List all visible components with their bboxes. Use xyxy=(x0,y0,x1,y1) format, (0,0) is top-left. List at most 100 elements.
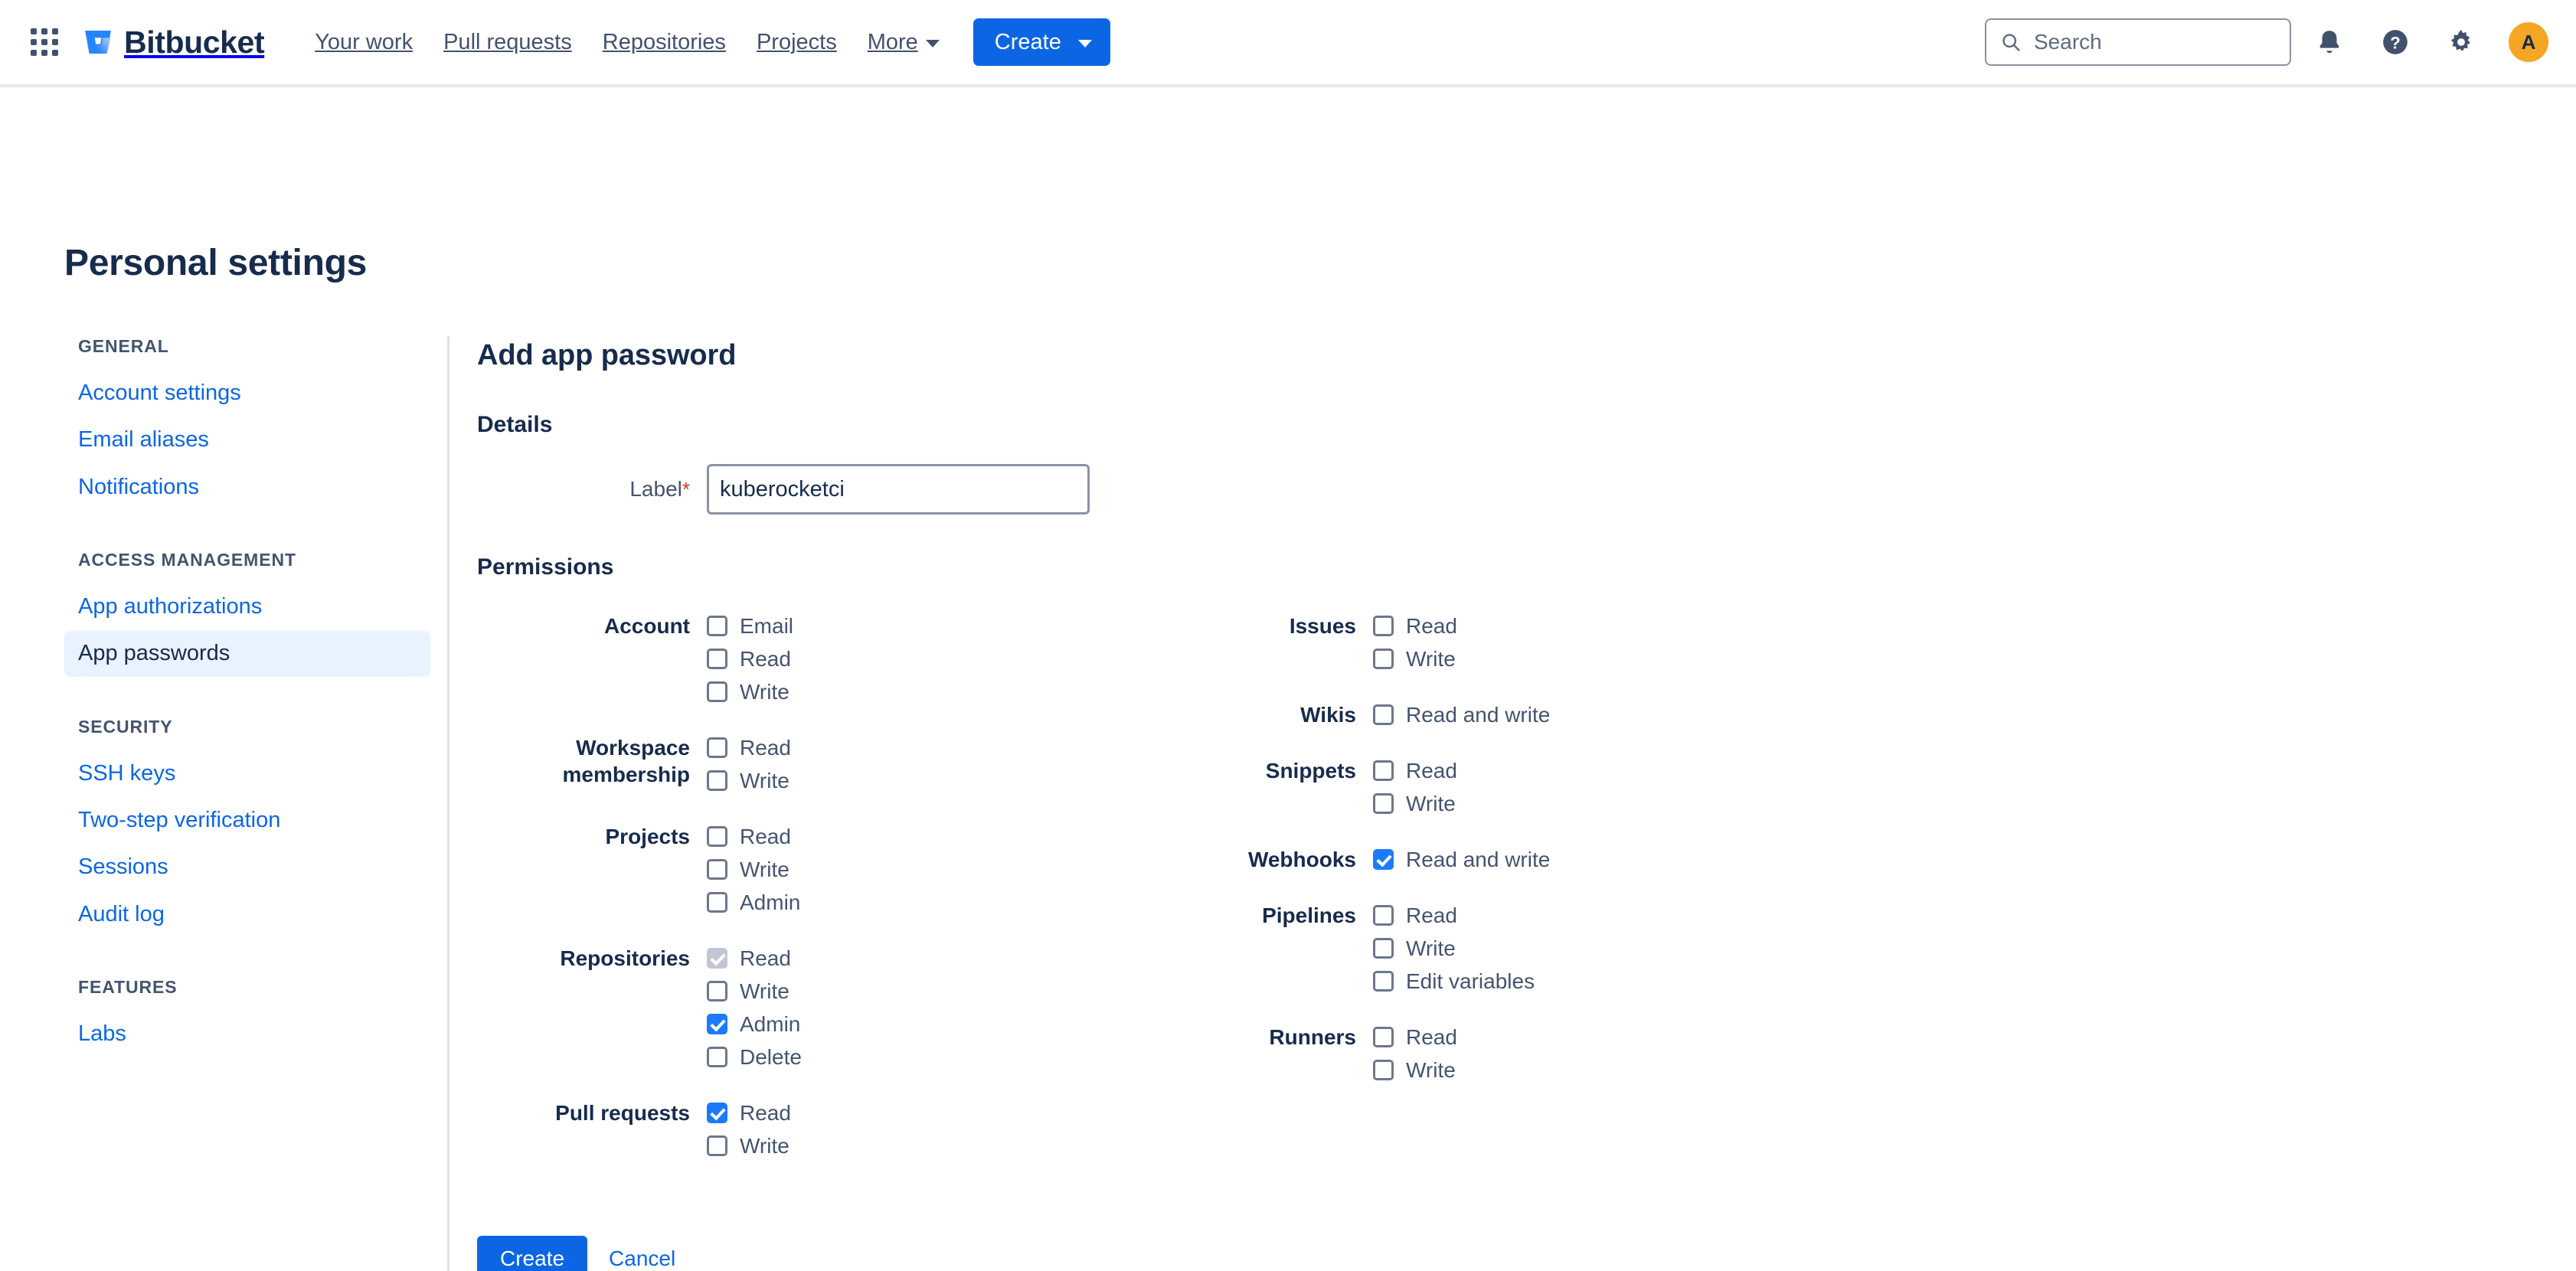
sidebar-item-two-step-verification[interactable]: Two-step verification xyxy=(64,798,430,843)
sidebar-item-ssh-keys[interactable]: SSH keys xyxy=(64,751,430,796)
nav-your-work[interactable]: Your work xyxy=(299,21,428,64)
permissions-grid: Account Email Read Write Workspace membe… xyxy=(477,609,1809,1184)
bitbucket-home-link[interactable]: Bitbucket xyxy=(83,26,265,58)
permission-option-repositories-admin[interactable]: Admin xyxy=(707,1008,802,1041)
permission-option-projects-admin[interactable]: Admin xyxy=(707,886,800,919)
search-icon xyxy=(2002,34,2020,51)
nav-repositories-label: Repositories xyxy=(602,29,726,54)
cancel-link[interactable]: Cancel xyxy=(609,1246,675,1271)
form-actions: Create Cancel xyxy=(477,1236,1809,1271)
avatar[interactable]: A xyxy=(2509,22,2548,62)
help-button[interactable]: ? xyxy=(2368,15,2423,70)
label-input[interactable] xyxy=(707,464,1090,515)
add-app-password-heading: Add app password xyxy=(477,339,737,371)
search-input[interactable]: Search xyxy=(1985,18,2291,66)
permission-option-projects-write[interactable]: Write xyxy=(707,853,800,886)
checkbox-projects-read[interactable] xyxy=(707,826,727,847)
checkbox-issues-write[interactable] xyxy=(1373,649,1394,669)
permission-group-pull-requests-label: Pull requests xyxy=(555,1101,690,1125)
submit-create-button[interactable]: Create xyxy=(477,1236,588,1271)
nav-pull-requests[interactable]: Pull requests xyxy=(428,21,587,64)
checkbox-pipelines-write[interactable] xyxy=(1373,938,1394,959)
nav-projects[interactable]: Projects xyxy=(741,21,852,64)
checkbox-pipelines-edit-variables[interactable] xyxy=(1373,971,1394,992)
create-button[interactable]: Create xyxy=(973,18,1110,66)
sidebar-item-notifications[interactable]: Notifications xyxy=(64,465,430,510)
checkbox-runners-read[interactable] xyxy=(1373,1027,1394,1047)
permission-option-repositories-delete[interactable]: Delete xyxy=(707,1041,802,1073)
permission-option-issues-write[interactable]: Write xyxy=(1373,642,1457,675)
checkbox-workspace-write[interactable] xyxy=(707,770,727,791)
settings-button[interactable] xyxy=(2434,15,2489,70)
permission-group-workspace-membership: Workspace membership Read Write xyxy=(477,731,1143,797)
header-right-tools: Search ? A xyxy=(1985,15,2548,70)
top-navigation-bar: Bitbucket Your work Pull requests Reposi… xyxy=(0,0,2576,87)
checkbox-wikis-read-and-write[interactable] xyxy=(1373,704,1394,725)
checkbox-repositories-read xyxy=(707,948,727,969)
checkbox-runners-write[interactable] xyxy=(1373,1060,1394,1080)
sidebar-item-email-aliases[interactable]: Email aliases xyxy=(64,417,430,462)
checkbox-repositories-write[interactable] xyxy=(707,981,727,1001)
sidebar-item-labs[interactable]: Labs xyxy=(64,1011,430,1057)
checkbox-snippets-read[interactable] xyxy=(1373,760,1394,781)
checkbox-workspace-read[interactable] xyxy=(707,737,727,758)
checkbox-account-write[interactable] xyxy=(707,681,727,702)
checkbox-pull-requests-read[interactable] xyxy=(707,1103,727,1123)
permission-option-account-read[interactable]: Read xyxy=(707,642,793,675)
permission-option-projects-read[interactable]: Read xyxy=(707,820,800,853)
sidebar-item-app-authorizations[interactable]: App authorizations xyxy=(64,584,430,629)
app-switcher-button[interactable] xyxy=(23,21,66,64)
permission-option-account-write[interactable]: Write xyxy=(707,675,793,708)
checkbox-snippets-write[interactable] xyxy=(1373,793,1394,814)
checkbox-projects-admin[interactable] xyxy=(707,892,727,913)
permission-option-workspace-write[interactable]: Write xyxy=(707,764,791,797)
permission-option-label: Read xyxy=(1406,903,1457,927)
permission-group-snippets: Snippets Read Write xyxy=(1143,754,1809,820)
sidebar-item-app-passwords[interactable]: App passwords xyxy=(64,631,430,677)
checkbox-projects-write[interactable] xyxy=(707,859,727,880)
checkbox-repositories-admin[interactable] xyxy=(707,1014,727,1034)
permission-option-snippets-read[interactable]: Read xyxy=(1373,754,1457,787)
checkbox-repositories-delete[interactable] xyxy=(707,1047,727,1067)
permission-group-wikis: Wikis Read and write xyxy=(1143,698,1809,731)
details-heading: Details xyxy=(477,412,553,437)
permission-group-pipelines: Pipelines Read Write Edit variables xyxy=(1143,899,1809,998)
permission-group-runners-label: Runners xyxy=(1269,1025,1356,1049)
permission-option-repositories-write[interactable]: Write xyxy=(707,975,802,1008)
permission-option-issues-read[interactable]: Read xyxy=(1373,609,1457,642)
permission-group-projects: Projects Read Write Admin xyxy=(477,820,1143,919)
permission-option-account-email[interactable]: Email xyxy=(707,609,793,642)
checkbox-pipelines-read[interactable] xyxy=(1373,905,1394,926)
permission-option-webhooks-read-and-write[interactable]: Read and write xyxy=(1373,843,1550,876)
permission-option-workspace-read[interactable]: Read xyxy=(707,731,791,764)
permission-option-label: Write xyxy=(740,857,789,881)
permission-option-label: Write xyxy=(1406,646,1456,671)
permission-option-pipelines-read[interactable]: Read xyxy=(1373,899,1535,932)
checkbox-pull-requests-write[interactable] xyxy=(707,1135,727,1156)
chevron-down-icon xyxy=(925,40,940,47)
permission-option-pull-requests-write[interactable]: Write xyxy=(707,1129,791,1162)
sidebar-section-features-title: FEATURES xyxy=(78,977,178,998)
permission-option-pull-requests-read[interactable]: Read xyxy=(707,1096,791,1129)
notifications-button[interactable] xyxy=(2302,15,2357,70)
nav-more[interactable]: More xyxy=(852,21,955,64)
checkbox-webhooks-read-and-write[interactable] xyxy=(1373,849,1394,870)
nav-repositories[interactable]: Repositories xyxy=(587,21,741,64)
sidebar-item-account-settings[interactable]: Account settings xyxy=(64,371,430,416)
nav-projects-label: Projects xyxy=(756,29,837,54)
permission-option-label: Admin xyxy=(740,1011,801,1036)
checkbox-account-read[interactable] xyxy=(707,649,727,669)
chevron-down-icon xyxy=(1077,40,1092,47)
permission-option-pipelines-write[interactable]: Write xyxy=(1373,932,1535,965)
permission-option-runners-read[interactable]: Read xyxy=(1373,1021,1457,1054)
sidebar-item-audit-log[interactable]: Audit log xyxy=(64,892,430,937)
permission-option-pipelines-edit-variables[interactable]: Edit variables xyxy=(1373,965,1535,998)
checkbox-account-email[interactable] xyxy=(707,616,727,636)
permission-option-runners-write[interactable]: Write xyxy=(1373,1054,1457,1086)
permission-option-wikis-read-and-write[interactable]: Read and write xyxy=(1373,698,1550,731)
nav-more-label: More xyxy=(867,29,918,54)
permission-option-snippets-write[interactable]: Write xyxy=(1373,787,1457,820)
sidebar-item-sessions[interactable]: Sessions xyxy=(64,845,430,890)
checkbox-issues-read[interactable] xyxy=(1373,616,1394,636)
permission-group-repositories: Repositories Read Write Admin Delete xyxy=(477,942,1143,1073)
